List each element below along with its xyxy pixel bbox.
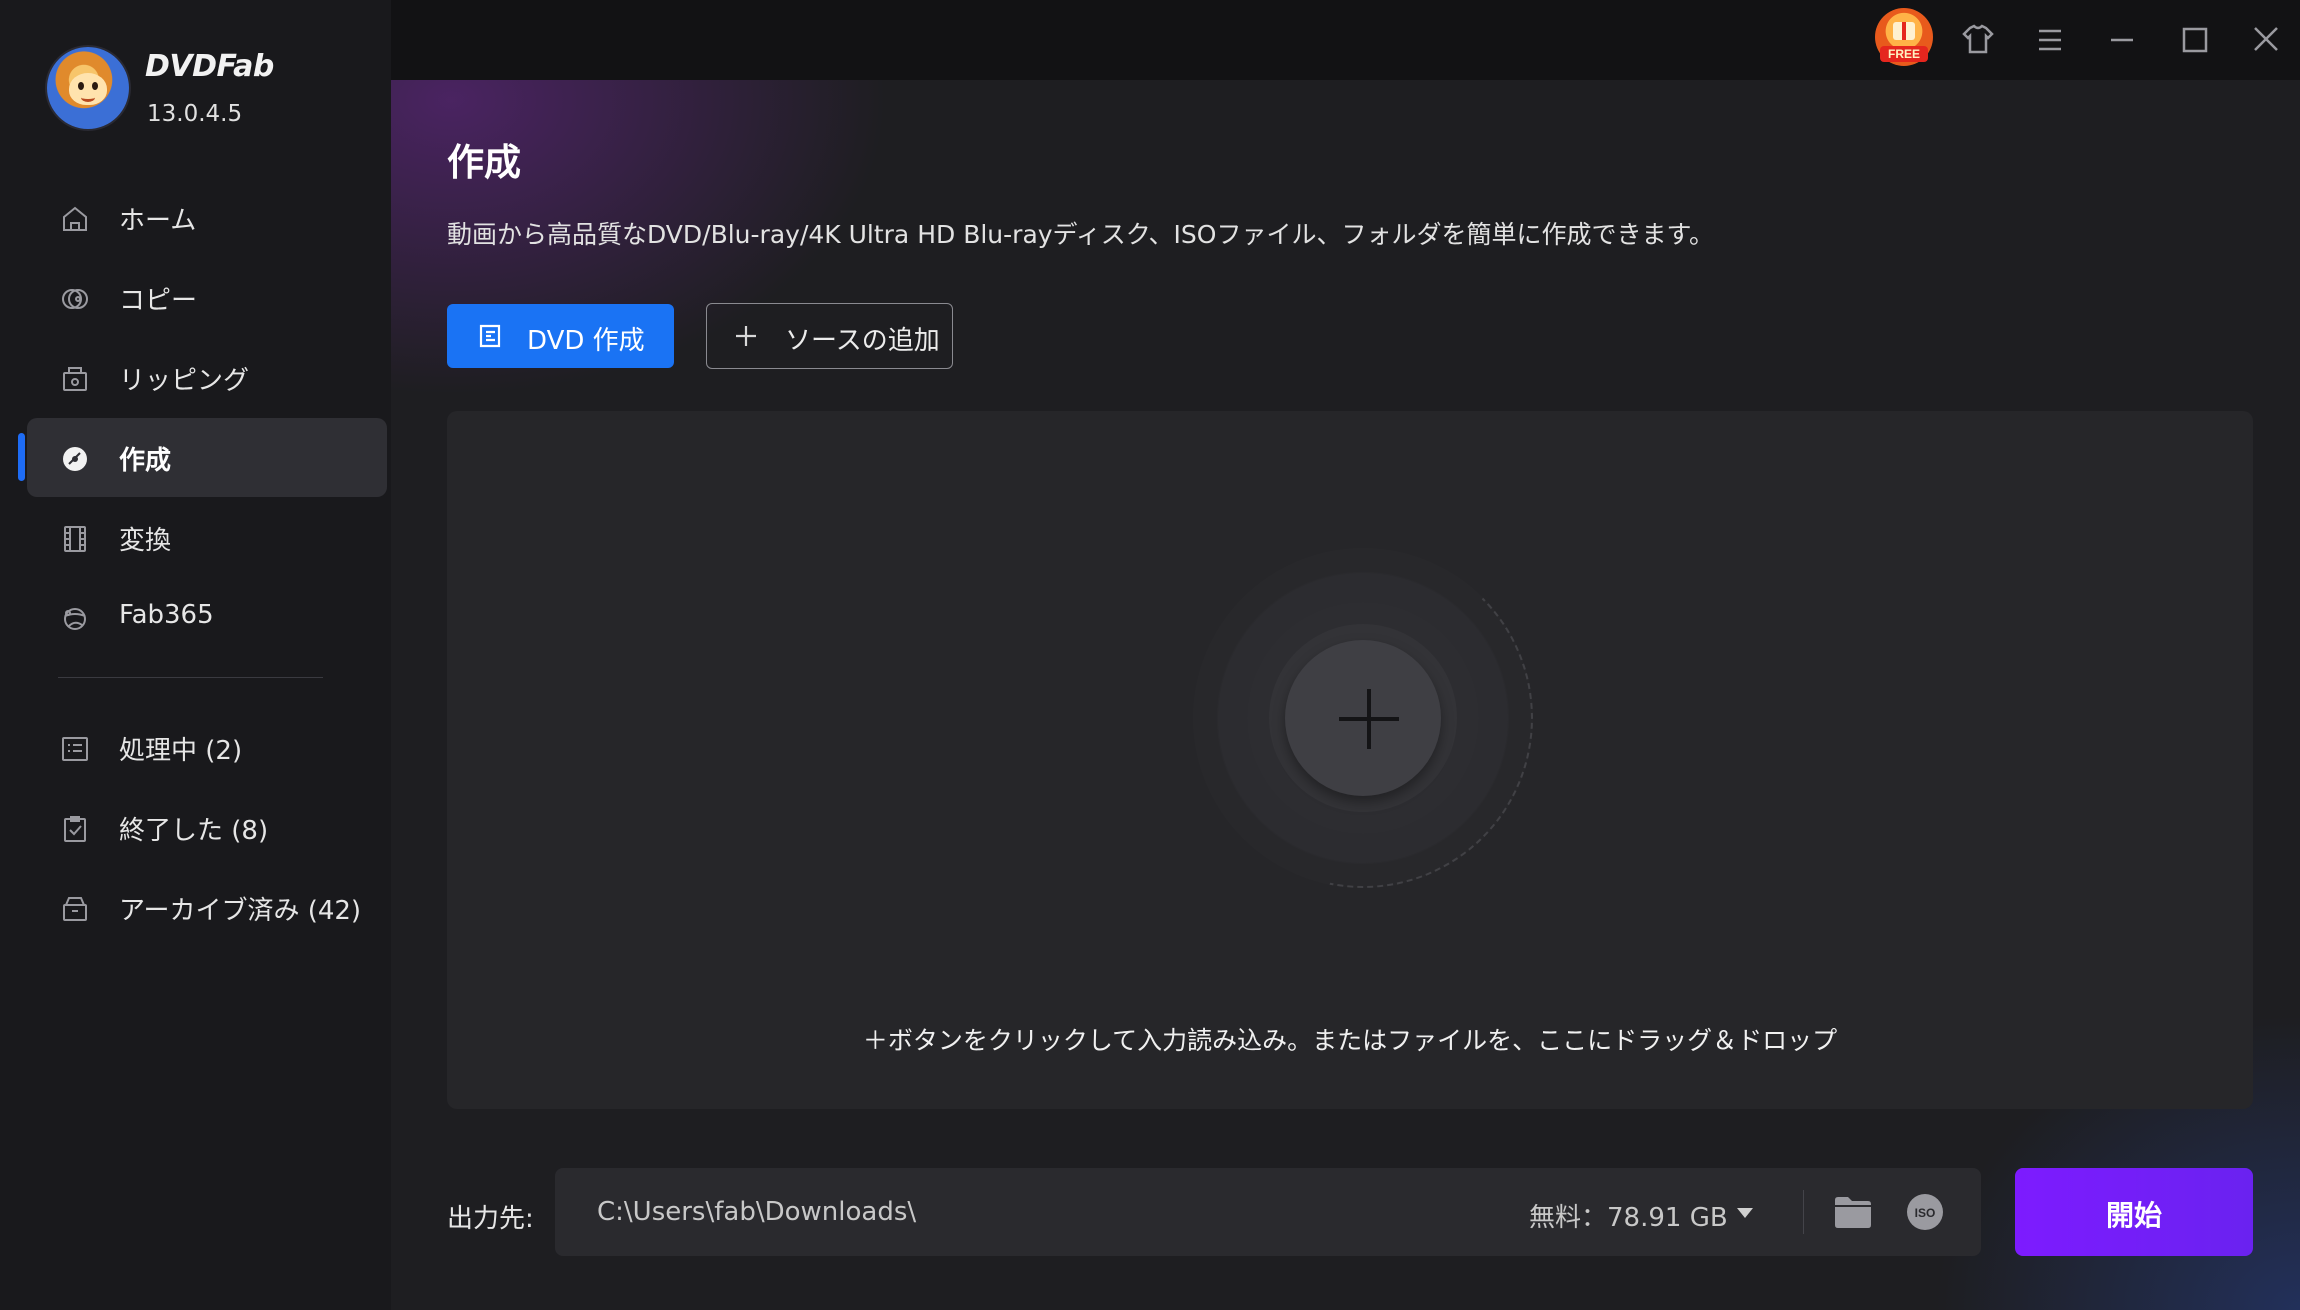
free-space: 無料：78.91 GB — [1529, 1203, 1728, 1233]
app-name: DVDFab — [145, 49, 274, 84]
main-nav: ホーム コピー リッピング 作成 変換 Fab365 — [0, 178, 391, 658]
svg-text:ISO: ISO — [1915, 1206, 1936, 1220]
chevron-down-icon[interactable] — [1737, 1208, 1753, 1218]
free-badge-label: FREE — [1880, 46, 1928, 62]
task-nav: 処理中 (2) 終了した (8) アーカイブ済み (42) — [0, 708, 391, 948]
title-bar — [391, 0, 2300, 80]
iso-icon[interactable]: ISO — [1905, 1192, 1945, 1232]
finished-clipboard-icon — [64, 816, 86, 842]
page-title: 作成 — [447, 141, 521, 184]
home-icon — [63, 206, 87, 231]
ripping-icon — [63, 367, 87, 391]
sidebar-item-label: 終了した (8) — [119, 816, 269, 846]
menu-icon[interactable] — [2024, 14, 2076, 66]
free-gift-icon[interactable]: FREE — [1875, 8, 1933, 66]
processing-list-icon — [62, 737, 88, 761]
minimize-icon[interactable] — [2096, 14, 2148, 66]
sidebar-item-archived[interactable]: アーカイブ済み (42) — [0, 868, 391, 948]
copy-disc-icon — [62, 289, 88, 309]
sidebar-item-copy[interactable]: コピー — [0, 258, 391, 338]
maximize-icon[interactable] — [2168, 14, 2220, 66]
active-indicator — [18, 433, 25, 481]
sidebar-item-label: 変換 — [119, 526, 172, 556]
sidebar-item-label: Fab365 — [119, 600, 214, 630]
tshirt-skin-icon[interactable] — [1952, 14, 2004, 66]
sidebar-item-label: コピー — [119, 286, 198, 316]
sidebar-item-label: 処理中 (2) — [119, 736, 243, 766]
brand: DVDFab 13.0.4.5 — [47, 47, 377, 137]
sidebar-item-label: ホーム — [119, 206, 197, 236]
sidebar-item-finished[interactable]: 終了した (8) — [0, 788, 391, 868]
sidebar-item-label: アーカイブ済み (42) — [119, 896, 362, 926]
page-description: 動画から高品質なDVD/Blu-ray/4K Ultra HD Blu-rayデ… — [447, 220, 1714, 249]
add-source-button[interactable]: ソースの追加 — [706, 303, 953, 369]
sidebar-item-processing[interactable]: 処理中 (2) — [0, 708, 391, 788]
drop-zone[interactable]: ＋ボタンをクリックして入力読み込み。またはファイルを、ここにドラッグ＆ドロップ — [447, 411, 2253, 1109]
archive-box-icon — [63, 897, 87, 921]
sidebar-item-ripping[interactable]: リッピング — [0, 338, 391, 418]
sidebar-item-creator[interactable]: 作成 — [0, 418, 391, 498]
add-file-button[interactable] — [1285, 640, 1441, 796]
main-content: 作成 動画から高品質なDVD/Blu-ray/4K Ultra HD Blu-r… — [391, 80, 2300, 1310]
film-icon — [64, 526, 86, 552]
add-source-label: ソースの追加 — [785, 326, 940, 356]
sidebar: DVDFab 13.0.4.5 ホーム コピー リッピング 作成 変換 Fab3… — [0, 0, 391, 1310]
creator-disc-icon — [63, 447, 87, 471]
sidebar-item-label: リッピング — [119, 366, 250, 396]
sidebar-item-home[interactable]: ホーム — [0, 178, 391, 258]
fab365-icon — [64, 608, 86, 630]
app-version: 13.0.4.5 — [147, 101, 243, 127]
plus-icon — [736, 326, 756, 346]
output-path: C:\Users\fab\Downloads\ — [597, 1197, 917, 1227]
dvd-creator-mode-label: DVD 作成 — [527, 326, 645, 356]
sidebar-item-fab365[interactable]: Fab365 — [0, 578, 391, 658]
output-separator — [1803, 1190, 1804, 1234]
dvd-creator-mode-button[interactable]: DVD 作成 — [447, 304, 674, 368]
folder-icon[interactable] — [1833, 1194, 1873, 1230]
sidebar-item-label: 作成 — [119, 446, 172, 476]
output-label: 出力先: — [447, 1204, 534, 1234]
start-button[interactable]: 開始 — [2015, 1168, 2253, 1256]
output-path-field[interactable]: C:\Users\fab\Downloads\ 無料：78.91 GB ISO — [555, 1168, 1981, 1256]
sidebar-divider — [58, 677, 323, 678]
sidebar-item-converter[interactable]: 変換 — [0, 498, 391, 578]
start-button-label: 開始 — [2105, 1199, 2162, 1232]
creator-mode-icon — [479, 324, 501, 348]
drop-hint-text: ＋ボタンをクリックして入力読み込み。またはファイルを、ここにドラッグ＆ドロップ — [862, 1026, 1838, 1055]
close-icon[interactable] — [2240, 14, 2292, 66]
dvdfab-logo-icon — [47, 47, 129, 129]
